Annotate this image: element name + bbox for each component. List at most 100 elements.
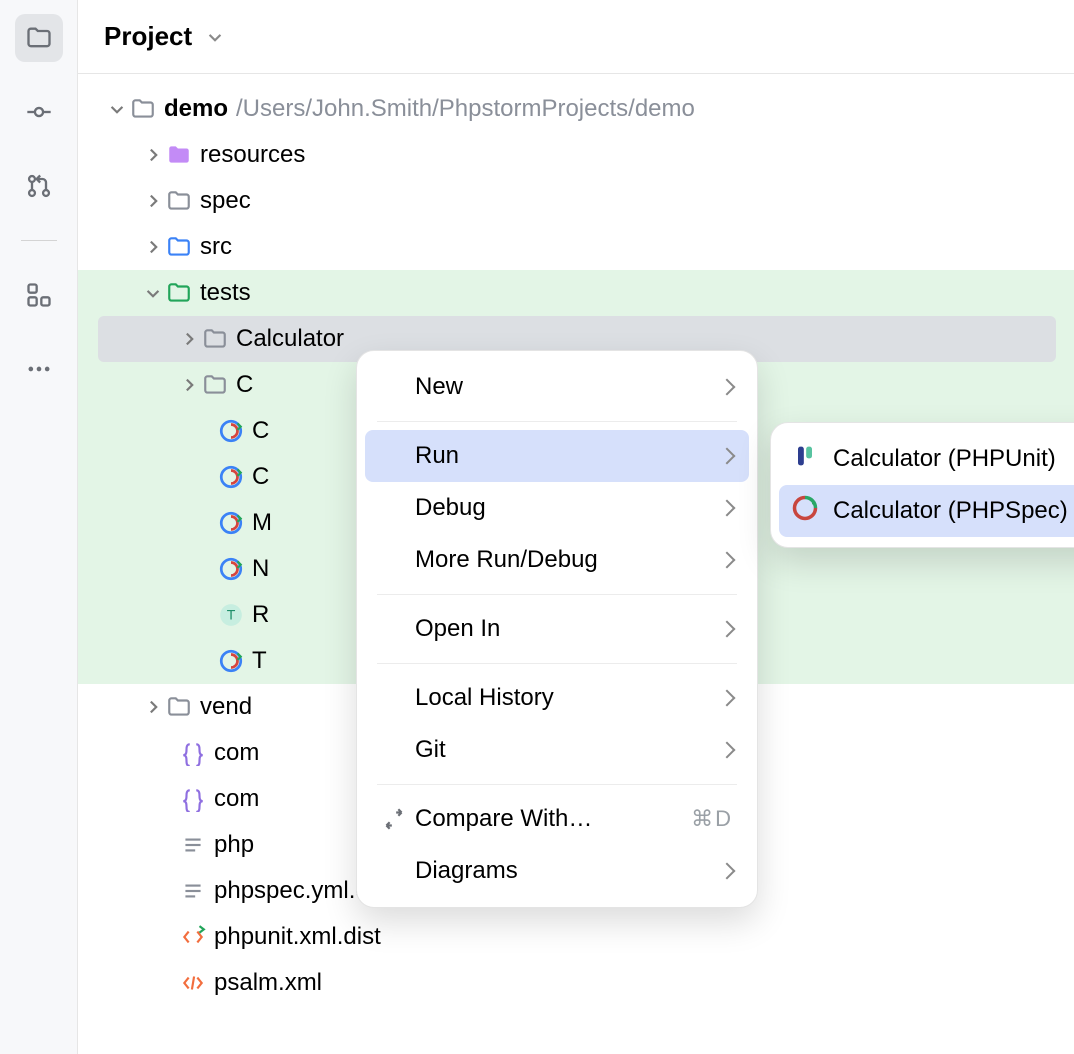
tree-item-label: vend [200,693,252,721]
chevron-right-icon[interactable] [140,694,166,720]
chevron-down-icon [202,24,228,50]
ctx-item-git[interactable]: Git [357,724,757,776]
phpunit-icon [791,442,819,477]
tool-commit-button[interactable] [15,88,63,136]
tree-row-tests[interactable]: tests [78,270,1074,316]
ctx-item-new[interactable]: New [357,361,757,413]
ctx-item-label: Local History [415,684,554,712]
tree-item-label: C [252,417,269,445]
folder-icon [202,372,236,398]
tree-item-label: demo [164,95,228,123]
tests-folder-icon [166,280,200,306]
svg-text:T: T [227,606,236,622]
tree-item-label: src [200,233,232,261]
more-icon [25,355,53,383]
pull-request-icon [25,172,53,200]
tree-row[interactable]: psalm.xml [78,960,1074,1006]
tree-root-path: /Users/John.Smith/PhpstormProjects/demo [236,95,695,123]
structure-icon [25,281,53,309]
ctx-item-label: Run [415,442,459,470]
tree-item-label: T [252,647,267,675]
test-class-icon [218,556,252,582]
tool-pullrequest-button[interactable] [15,162,63,210]
folder-icon [25,24,53,52]
tree-item-label: N [252,555,269,583]
phpspec-icon [791,494,819,529]
chevron-right-icon[interactable] [176,326,202,352]
trait-icon: T [218,602,252,628]
ctx-item-compare-with[interactable]: Compare With… ⌘D [357,793,757,845]
ctx-item-label: Debug [415,494,486,522]
test-class-icon [218,648,252,674]
tree-item-label: R [252,601,269,629]
ctx-shortcut: ⌘D [691,806,733,832]
tree-item-label: C [252,463,269,491]
tree-root-row[interactable]: demo /Users/John.Smith/PhpstormProjects/… [78,86,1074,132]
test-class-icon [218,418,252,444]
tree-row[interactable]: spec [78,178,1074,224]
folder-icon [202,326,236,352]
ctx-separator [377,594,737,595]
folder-icon [166,188,200,214]
tree-item-label: resources [200,141,305,169]
source-folder-icon [166,234,200,260]
tree-row[interactable]: phpunit.xml.dist [78,914,1074,960]
ctx-item-open-in[interactable]: Open In [357,603,757,655]
chevron-down-icon[interactable] [104,96,130,122]
ctx-item-more-run-debug[interactable]: More Run/Debug [357,534,757,586]
rail-separator [21,240,57,241]
xml-icon [180,970,214,996]
xml-run-icon [180,924,214,950]
ctx-item-label: Compare With… [415,805,592,833]
ctx-item-label: New [415,373,463,401]
submenu-item-phpspec[interactable]: Calculator (PHPSpec) [779,485,1074,537]
ctx-item-local-history[interactable]: Local History [357,672,757,724]
ctx-separator [377,784,737,785]
json-icon [180,740,214,766]
submenu-item-phpunit[interactable]: Calculator (PHPUnit) [771,433,1074,485]
text-file-icon [180,832,214,858]
tree-item-label: com [214,739,259,767]
compare-icon [381,806,415,832]
panel-header[interactable]: Project [78,0,1074,74]
chevron-right-icon[interactable] [140,188,166,214]
tree-item-label: Calculator [236,325,344,353]
resources-folder-icon [166,142,200,168]
tool-project-button[interactable] [15,14,63,62]
tree-item-label: spec [200,187,251,215]
chevron-right-icon[interactable] [140,234,166,260]
tree-row[interactable]: src [78,224,1074,270]
json-icon [180,786,214,812]
tree-item-label: psalm.xml [214,969,322,997]
panel-title: Project [104,21,192,52]
chevron-down-icon[interactable] [140,280,166,306]
text-file-icon [180,878,214,904]
commit-icon [25,98,53,126]
test-class-icon [218,510,252,536]
test-class-icon [218,464,252,490]
left-tool-rail [0,0,78,1054]
tree-item-label: phpunit.xml.dist [214,923,381,951]
chevron-right-icon[interactable] [140,142,166,168]
tree-item-label: com [214,785,259,813]
folder-icon [130,96,164,122]
tree-item-label: M [252,509,272,537]
tool-structure-button[interactable] [15,271,63,319]
ctx-separator [377,663,737,664]
ctx-item-label: Git [415,736,446,764]
context-menu: New Run Debug More Run/Debug Open In [356,350,758,908]
ctx-item-label: More Run/Debug [415,546,598,574]
tree-row[interactable]: resources [78,132,1074,178]
ctx-separator [377,421,737,422]
ctx-item-run[interactable]: Run [365,430,749,482]
submenu-item-label: Calculator (PHPUnit) [833,445,1056,473]
submenu-item-label: Calculator (PHPSpec) [833,497,1068,525]
tree-item-label: C [236,371,253,399]
run-submenu: Calculator (PHPUnit) Calculator (PHPSpec… [770,422,1074,548]
tree-item-label: tests [200,279,251,307]
ctx-item-diagrams[interactable]: Diagrams [357,845,757,897]
ctx-item-debug[interactable]: Debug [357,482,757,534]
tool-more-button[interactable] [15,345,63,393]
ctx-item-label: Open In [415,615,500,643]
chevron-right-icon[interactable] [176,372,202,398]
